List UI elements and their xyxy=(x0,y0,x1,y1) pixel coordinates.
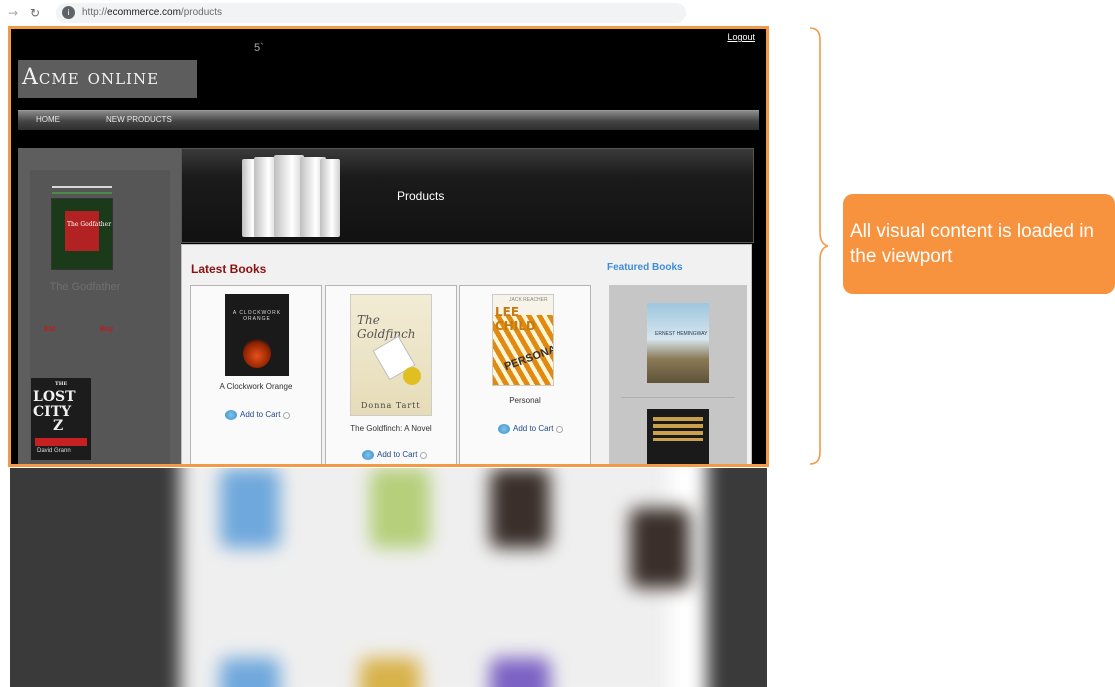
add-to-cart-button[interactable]: Add to Cart xyxy=(498,424,564,434)
divider xyxy=(52,186,112,188)
featured-books-list: ERNEST HEMINGWAY xyxy=(609,285,747,465)
cover-art xyxy=(243,338,271,368)
browser-toolbar: → ↻ i http://ecommerce.com/products xyxy=(0,0,1115,26)
featured-book-cover[interactable] xyxy=(647,409,709,465)
bracket-annotation xyxy=(809,27,829,465)
cover-text: A CLOCKWORK ORANGE xyxy=(232,310,282,322)
cover-line: Z xyxy=(53,418,64,434)
reload-icon[interactable]: ↻ xyxy=(30,6,40,20)
divider xyxy=(621,397,735,398)
book-cover-personal[interactable]: JACK REACHER LEE CHILD PERSONAL xyxy=(492,294,554,386)
cover-author: LEE CHILD xyxy=(495,305,536,333)
sidebar-book-price: $10 xyxy=(44,326,56,333)
blurred-image xyxy=(490,658,550,687)
sidebar-buy-link[interactable]: Buy xyxy=(100,326,113,333)
cover-small-text: THE xyxy=(55,381,68,387)
divider xyxy=(52,192,112,194)
add-to-cart-button[interactable]: Add to Cart xyxy=(225,410,291,420)
cover-art xyxy=(403,367,421,385)
content-panel: Latest Books Featured Books A CLOCKWORK … xyxy=(181,244,752,465)
product-card: JACK REACHER LEE CHILD PERSONAL Personal… xyxy=(459,285,591,465)
latest-books-heading: Latest Books xyxy=(191,262,267,276)
logo-text: Acme online xyxy=(22,65,160,90)
cover-art xyxy=(35,438,87,446)
annotation-callout: All visual content is loaded in the view… xyxy=(843,194,1115,294)
cover-art xyxy=(65,211,99,251)
blurred-right xyxy=(707,468,767,687)
add-to-cart-button[interactable]: Add to Cart xyxy=(362,450,428,460)
main-nav: HOME NEW PRODUCTS xyxy=(18,110,759,130)
back-arrow-icon[interactable]: → xyxy=(8,6,18,20)
blurred-image xyxy=(220,468,280,548)
callout-text: All visual content is loaded in the view… xyxy=(850,221,1094,267)
featured-book-cover[interactable]: ERNEST HEMINGWAY xyxy=(647,303,709,383)
open-book-image xyxy=(240,155,344,239)
cover-text: ERNEST HEMINGWAY xyxy=(655,331,708,337)
product-card: A CLOCKWORK ORANGE A Clockwork Orange Ad… xyxy=(190,285,322,465)
product-title[interactable]: A Clockwork Orange xyxy=(191,382,321,391)
book-cover-clockwork-orange[interactable]: A CLOCKWORK ORANGE xyxy=(225,294,289,376)
cover-author: David Grann xyxy=(37,448,71,454)
book-cover-goldfinch[interactable]: The Goldfinch Donna Tartt xyxy=(350,294,432,416)
cart-icon xyxy=(498,424,510,434)
sidebar: The Godfather The Godfather $10 Buy THE … xyxy=(18,148,181,465)
select-checkbox[interactable] xyxy=(420,451,428,459)
book-cover-godfather[interactable]: The Godfather xyxy=(51,198,113,270)
product-title[interactable]: The Goldfinch: A Novel xyxy=(326,424,456,433)
select-checkbox[interactable] xyxy=(283,411,291,419)
book-cover-lost-city[interactable]: THE LOST CITY Z David Grann xyxy=(31,378,91,460)
nav-home[interactable]: HOME xyxy=(36,115,60,124)
blurred-image xyxy=(220,658,280,687)
url-host: ecommerce.com xyxy=(107,7,181,18)
blurred-content xyxy=(10,468,767,687)
cart-icon xyxy=(225,410,237,420)
below-fold-blurred xyxy=(10,468,767,687)
select-checkbox[interactable] xyxy=(556,425,564,433)
nav-new-products[interactable]: NEW PRODUCTS xyxy=(106,115,172,124)
site-viewport: 5` Logout Acme online HOME NEW PRODUCTS … xyxy=(10,28,767,465)
product-card: The Goldfinch Donna Tartt The Goldfinch:… xyxy=(325,285,457,465)
url-path: /products xyxy=(180,7,223,18)
blurred-image xyxy=(370,468,430,548)
cover-line: CITY xyxy=(33,404,72,420)
cover-author: Donna Tartt xyxy=(361,401,421,410)
blurred-image xyxy=(490,468,550,548)
cover-line: LOST xyxy=(33,389,76,405)
blurred-image xyxy=(630,508,690,588)
stray-mark: 5` xyxy=(254,42,264,54)
page-title: Products xyxy=(397,189,445,203)
book-page xyxy=(320,159,340,237)
sidebar-book-list: The Godfather The Godfather $10 Buy THE … xyxy=(30,170,170,465)
site-info-icon[interactable]: i xyxy=(62,6,75,19)
url-text: http://ecommerce.com/products xyxy=(82,7,222,18)
logout-link[interactable]: Logout xyxy=(727,32,755,42)
add-to-cart-label: Add to Cart xyxy=(377,450,418,460)
cover-small-text: JACK REACHER xyxy=(509,297,548,303)
add-to-cart-label: Add to Cart xyxy=(513,424,554,434)
address-bar[interactable]: i http://ecommerce.com/products xyxy=(56,3,686,23)
blurred-sidebar xyxy=(10,468,180,687)
cover-art xyxy=(653,417,703,441)
cover-text: The Godfather xyxy=(67,221,112,228)
cart-icon xyxy=(362,450,374,460)
add-to-cart-label: Add to Cart xyxy=(240,410,281,420)
product-title[interactable]: Personal xyxy=(460,396,590,405)
url-prefix: http:// xyxy=(82,7,108,18)
products-banner: Products xyxy=(181,148,754,243)
blurred-image xyxy=(360,658,420,687)
site-logo[interactable]: Acme online xyxy=(18,60,197,98)
sidebar-book-title[interactable]: The Godfather xyxy=(44,280,126,295)
featured-books-heading[interactable]: Featured Books xyxy=(607,262,683,273)
